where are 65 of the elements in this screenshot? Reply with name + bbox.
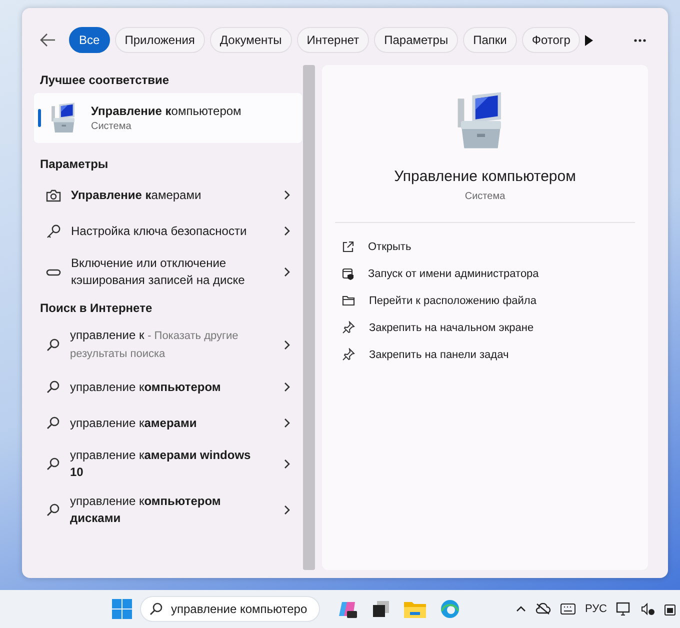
taskbar-search-field[interactable]: управление компьютеро — [140, 596, 320, 622]
search-icon — [46, 416, 60, 430]
section-heading: Поиск в Интернете — [39, 300, 154, 317]
language-indicator[interactable]: РУС — [584, 603, 607, 615]
search-icon — [149, 602, 163, 616]
window-shield-icon — [342, 268, 354, 280]
filter-tab[interactable]: Интернет — [296, 27, 370, 53]
windows-logo-icon[interactable] — [112, 599, 132, 619]
chevron-right-icon — [284, 505, 290, 515]
web-search-result[interactable]: управление камерами — [34, 405, 302, 441]
camera-icon — [46, 188, 61, 202]
scrollbar[interactable] — [303, 65, 315, 570]
filter-tab[interactable]: Параметры — [374, 27, 458, 53]
filter-tab[interactable]: Папки — [463, 27, 517, 53]
battery-icon[interactable] — [664, 602, 676, 616]
search-icon — [46, 338, 60, 352]
best-match-item[interactable]: Управление компьютером Система — [34, 93, 302, 143]
more-icon[interactable] — [634, 38, 646, 42]
action-item[interactable]: Открыть — [342, 233, 628, 260]
key-icon — [46, 224, 61, 238]
chevron-right-icon — [284, 418, 290, 428]
filter-tab[interactable]: Документы — [210, 27, 292, 53]
search-icon — [46, 503, 60, 517]
drive-icon — [46, 268, 61, 276]
open-external-icon — [342, 240, 354, 252]
search-icon — [46, 457, 60, 471]
web-search-result[interactable]: управление камерами windows 10 — [34, 441, 302, 487]
section-heading: Параметры — [39, 156, 110, 173]
filter-tab[interactable]: Все — [69, 27, 110, 53]
action-item[interactable]: Запуск от имени администратора — [342, 260, 628, 287]
browser-icon[interactable] — [440, 599, 460, 619]
action-item[interactable]: Перейти к расположению файла — [342, 287, 628, 314]
folder-icon[interactable] — [404, 600, 426, 618]
chevron-right-icon — [284, 190, 290, 200]
cloud-off-icon[interactable] — [534, 603, 551, 615]
speaker-mute-icon[interactable] — [641, 602, 655, 616]
section-heading: Лучшее соответствие — [39, 72, 170, 89]
caret-up-icon[interactable] — [516, 606, 526, 612]
play-icon[interactable] — [585, 34, 594, 46]
search-icon — [46, 380, 60, 394]
task-view-icon[interactable] — [372, 600, 390, 618]
folder-icon — [342, 295, 355, 306]
keyboard-icon[interactable] — [560, 603, 576, 615]
filter-tab[interactable]: Приложения — [114, 27, 205, 53]
chevron-right-icon — [284, 267, 290, 277]
chevron-right-icon — [284, 340, 290, 350]
pin-icon — [342, 348, 355, 361]
app-title: Управление компьютером — [394, 168, 576, 185]
chevron-right-icon — [284, 382, 290, 392]
web-search-result[interactable]: управление компьютером дисками — [34, 487, 302, 533]
monitor-icon[interactable] — [616, 602, 632, 616]
web-search-result[interactable]: управление компьютером — [34, 369, 302, 405]
result-subtitle: Система — [91, 121, 132, 132]
settings-result[interactable]: Настройка ключа безопасности — [34, 213, 302, 249]
app-subtitle: Система — [464, 191, 506, 202]
chevron-right-icon — [284, 459, 290, 469]
chevron-right-icon — [284, 226, 290, 236]
result-title: Управление компьютером — [91, 104, 242, 118]
filter-tab[interactable]: Фотогр — [522, 27, 580, 53]
pin-icon — [342, 321, 355, 334]
settings-result[interactable]: Включение или отключение кэширования записей на диске — [34, 249, 302, 295]
action-item[interactable]: Закрепить на панели задач — [342, 341, 628, 368]
settings-result[interactable]: Управление камерами — [34, 177, 302, 213]
action-item[interactable]: Закрепить на начальном экране — [342, 314, 628, 341]
web-search-result[interactable]: управление к - Показать другие результаты поиска — [34, 321, 302, 369]
